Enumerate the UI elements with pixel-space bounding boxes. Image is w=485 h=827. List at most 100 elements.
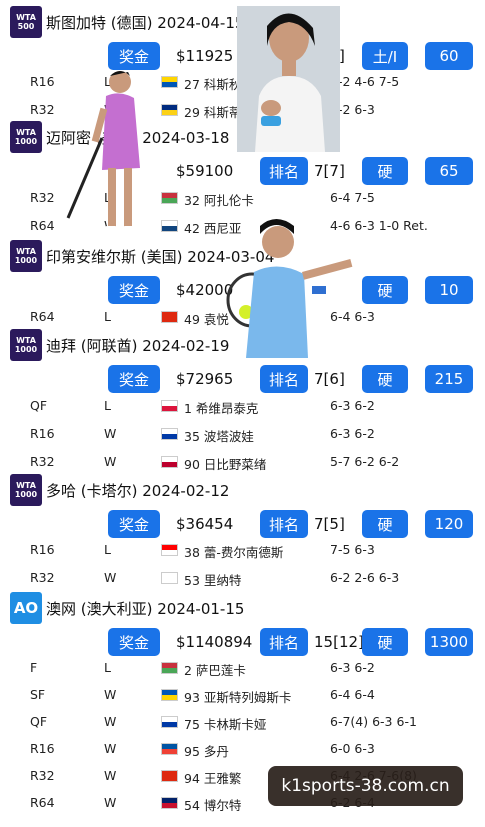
points-button[interactable]: 60 [425,42,473,70]
points-button[interactable]: 120 [425,510,473,538]
match-result: L [104,542,111,557]
match-round: R64 [30,795,55,810]
country-flag-icon [161,428,178,440]
opponent-name[interactable]: 38 蕾-费尔南德斯 [184,542,283,561]
match-round: R16 [30,74,55,89]
match-score: 6-2 4-6 7-5 [330,74,400,89]
match-result: W [104,454,117,469]
match-score: 6-4 6-4 [330,687,375,702]
match-row[interactable]: R16 L 38 蕾-费尔南德斯 7-5 6-3 [0,537,485,563]
country-flag-icon [161,76,178,88]
opponent-name[interactable]: 32 阿扎伦卡 [184,190,254,209]
match-round: R32 [30,454,55,469]
tournament-header: WTA 1000 多哈 (卡塔尔) 2024-02-12 [10,474,229,506]
match-row[interactable]: SF W 93 亚斯特列姆斯卡 6-4 6-4 [0,682,485,708]
prize-label-button[interactable]: 奖金 [108,276,160,304]
match-result: W [104,768,117,783]
match-result: W [104,570,117,585]
opponent-name[interactable]: 53 里纳特 [184,570,241,589]
country-flag-icon [161,572,178,584]
match-round: F [30,660,38,675]
match-round: QF [30,398,48,413]
match-score: 5-7 6-2 6-2 [330,454,400,469]
country-flag-icon [161,104,178,116]
player-photo-center [216,212,356,358]
opponent-name[interactable]: 2 萨巴莲卡 [184,660,246,679]
match-round: R32 [30,102,55,117]
country-flag-icon [161,662,178,674]
tournament-title[interactable]: 斯图加特 (德国) 2024-04-15 [46,12,244,33]
surface-button[interactable]: 硬 [362,628,408,656]
points-button[interactable]: 10 [425,276,473,304]
opponent-name[interactable]: 35 波塔波娃 [184,426,254,445]
surface-button[interactable]: 硬 [362,157,408,185]
prize-label-button[interactable]: 奖金 [108,42,160,70]
match-row[interactable]: QF W 75 卡林斯卡娅 6-7(4) 6-3 6-1 [0,709,485,735]
opponent-name[interactable]: 95 多丹 [184,741,229,760]
opponent-name[interactable]: 90 日比野菜绪 [184,454,266,473]
prize-value: $11925 [176,47,234,65]
seed-value: 15[12] [314,633,364,651]
tournament-stats-row: 奖金 $36454 排名 7[5] 硬 120 [0,510,485,538]
tournament-logo: WTA 500 [10,6,42,38]
opponent-name[interactable]: 29 科斯蒂 [184,102,241,121]
country-flag-icon [161,689,178,701]
country-flag-icon [161,456,178,468]
match-row[interactable]: R16 W 95 多丹 6-0 6-3 [0,736,485,762]
prize-label-button[interactable]: 奖金 [108,628,160,656]
match-row[interactable]: R16 W 35 波塔波娃 6-3 6-2 [0,421,485,447]
match-score: 6-3 6-2 [330,660,375,675]
points-button[interactable]: 215 [425,365,473,393]
prize-label-button[interactable]: 奖金 [108,365,160,393]
match-result: L [104,398,111,413]
tournament-header: WTA 500 斯图加特 (德国) 2024-04-15 [10,6,244,38]
opponent-name[interactable]: 75 卡林斯卡娅 [184,714,266,733]
points-button[interactable]: 1300 [425,628,473,656]
tournament-header: WTA 1000 迪拜 (阿联酋) 2024-02-19 [10,329,229,361]
match-row[interactable]: QF L 1 希维昂泰克 6-3 6-2 [0,393,485,419]
points-button[interactable]: 65 [425,157,473,185]
match-round: R64 [30,218,55,233]
country-flag-icon [161,400,178,412]
tournament-title[interactable]: 澳网 (澳大利亚) 2024-01-15 [46,598,244,619]
rank-label-button[interactable]: 排名 [260,157,308,185]
tournament-title[interactable]: 迪拜 (阿联酋) 2024-02-19 [46,335,229,356]
prize-value: $59100 [176,162,234,180]
match-result: W [104,741,117,756]
seed-value: 7[6] [314,370,345,388]
rank-label-button[interactable]: 排名 [260,365,308,393]
tournament-header: AO 澳网 (澳大利亚) 2024-01-15 [10,592,244,624]
tournament-stats-row: 奖金 $1140894 排名 15[12] 硬 1300 [0,628,485,656]
country-flag-icon [161,544,178,556]
country-flag-icon [161,770,178,782]
match-score: 6-3 6-2 [330,426,375,441]
match-score: 6-7(4) 6-3 6-1 [330,714,417,729]
tournament-title[interactable]: 多哈 (卡塔尔) 2024-02-12 [46,480,229,501]
watermark: k1sports-38.com.cn [268,766,463,806]
match-result: W [104,426,117,441]
tournament-stats-row: 奖金 $72965 排名 7[6] 硬 215 [0,365,485,393]
opponent-name[interactable]: 1 希维昂泰克 [184,398,258,417]
surface-button[interactable]: 硬 [362,276,408,304]
rank-label-button[interactable]: 排名 [260,510,308,538]
prize-value: $72965 [176,370,234,388]
surface-button[interactable]: 硬 [362,510,408,538]
rank-label-button[interactable]: 排名 [260,628,308,656]
match-row[interactable]: F L 2 萨巴莲卡 6-3 6-2 [0,655,485,681]
match-score: 7-5 6-3 [330,542,375,557]
opponent-name[interactable]: 93 亚斯特列姆斯卡 [184,687,291,706]
match-round: R64 [30,309,55,324]
surface-button[interactable]: 硬 [362,365,408,393]
opponent-name[interactable]: 54 博尔特 [184,795,241,814]
prize-label-button[interactable]: 奖金 [108,510,160,538]
match-round: R32 [30,190,55,205]
match-row[interactable]: R32 W 90 日比野菜绪 5-7 6-2 6-2 [0,449,485,475]
match-round: R16 [30,741,55,756]
opponent-name[interactable]: 94 王雅繁 [184,768,241,787]
match-round: R32 [30,570,55,585]
tournament-logo: WTA 1000 [10,240,42,272]
match-row[interactable]: R32 W 53 里纳特 6-2 2-6 6-3 [0,565,485,591]
surface-button[interactable]: 土/I [362,42,408,70]
match-result: W [104,687,117,702]
seed-value: 7[5] [314,515,345,533]
